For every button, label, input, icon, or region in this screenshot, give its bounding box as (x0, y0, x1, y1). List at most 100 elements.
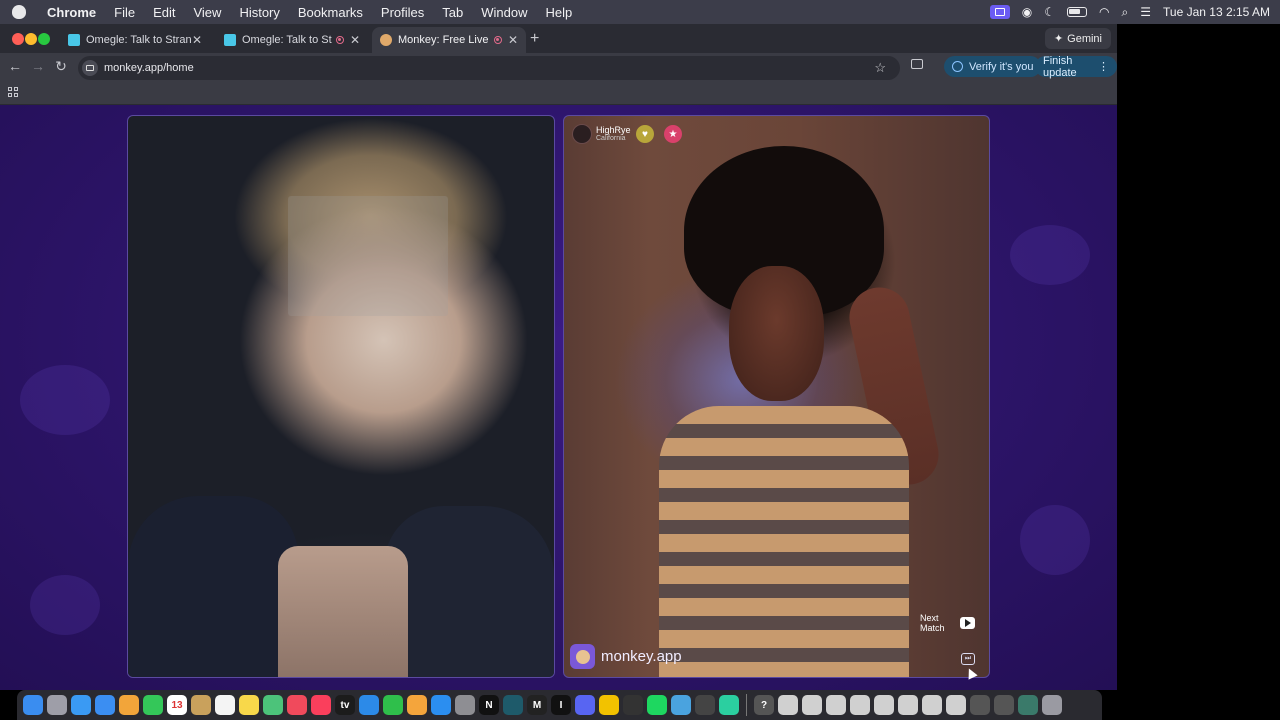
music-icon[interactable] (311, 695, 331, 715)
bookmark-star-icon[interactable]: ☆ (874, 60, 886, 76)
reminders-icon[interactable] (215, 695, 235, 715)
fast-forward-icon[interactable]: ⏭ (961, 653, 975, 665)
url-text[interactable]: monkey.app/home (104, 62, 194, 74)
notes-icon[interactable] (239, 695, 259, 715)
netflix-icon[interactable]: N (479, 695, 499, 715)
tab-omegle-2[interactable]: Omegle: Talk to Strangers ✕ (216, 27, 368, 53)
spotify-icon[interactable] (647, 695, 667, 715)
app4-icon[interactable] (719, 695, 739, 715)
next-match-play-icon[interactable] (960, 617, 975, 629)
menu-bar: Chrome File Edit View History Bookmarks … (0, 0, 1280, 24)
monkey-page: HighRye California ♥ ★ monkey.app Next M… (0, 105, 1117, 690)
omegle-favicon-icon (224, 34, 236, 46)
app-i-icon[interactable]: I (551, 695, 571, 715)
close-tab-icon[interactable]: ✕ (350, 33, 360, 47)
menu-view[interactable]: View (184, 5, 230, 20)
gift-icon[interactable]: ★ (664, 125, 682, 143)
window-thumb-icon[interactable] (922, 695, 942, 715)
window-thumb-icon[interactable] (826, 695, 846, 715)
close-tab-icon[interactable]: ✕ (508, 33, 518, 47)
side-panel-icon[interactable] (911, 59, 923, 69)
remote-user-chip[interactable]: HighRye California (572, 124, 631, 144)
reload-icon[interactable]: ↻ (52, 58, 70, 75)
app2-icon[interactable] (671, 695, 691, 715)
menu-file[interactable]: File (105, 5, 144, 20)
tab-monkey[interactable]: Monkey: Free Live Video C ✕ (372, 27, 526, 53)
screen-recording-icon[interactable] (989, 5, 1010, 19)
menu-tab[interactable]: Tab (433, 5, 472, 20)
window-thumb-icon[interactable] (802, 695, 822, 715)
menu-bookmarks[interactable]: Bookmarks (289, 5, 372, 20)
striped-shirt (659, 406, 909, 677)
wifi-icon[interactable]: ◠ (1099, 5, 1109, 19)
system-settings-icon[interactable] (455, 695, 475, 715)
focus-moon-icon[interactable]: ☾ (1044, 5, 1055, 19)
photos-icon[interactable] (119, 695, 139, 715)
back-icon[interactable]: ← (6, 58, 24, 74)
tv-icon[interactable]: tv (335, 695, 355, 715)
pages-icon[interactable] (407, 695, 427, 715)
next-match-control[interactable]: Next Match (920, 613, 975, 633)
finder-icon[interactable] (23, 695, 43, 715)
app3-icon[interactable] (695, 695, 715, 715)
clock[interactable]: Tue Jan 13 2:15 AM (1163, 5, 1270, 19)
minimize-window-icon[interactable] (25, 33, 37, 45)
close-tab-icon[interactable]: ✕ (192, 33, 202, 47)
window-thumb-icon[interactable] (1018, 695, 1038, 715)
messages-icon[interactable] (143, 695, 163, 715)
maps-icon[interactable] (263, 695, 283, 715)
menu-edit[interactable]: Edit (144, 5, 184, 20)
news-icon[interactable] (287, 695, 307, 715)
media-icon[interactable]: ◉ (1022, 5, 1032, 19)
apps-grid-icon[interactable] (8, 87, 18, 97)
notes-bar-icon[interactable] (191, 695, 211, 715)
calendar-icon[interactable]: 13 (167, 695, 187, 715)
jacket (384, 506, 554, 677)
gemini-button[interactable]: ✦ Gemini (1044, 28, 1111, 49)
chrome-icon[interactable] (599, 695, 619, 715)
numbers-icon[interactable] (383, 695, 403, 715)
apple-icon[interactable] (12, 5, 26, 19)
help-icon[interactable]: ? (754, 695, 774, 715)
piano-icon[interactable] (623, 695, 643, 715)
finish-update-button[interactable]: Finish update ⋮ (1035, 55, 1117, 79)
background-shape (1010, 225, 1090, 285)
keynote-icon[interactable] (359, 695, 379, 715)
heart-icon[interactable]: ♥ (636, 125, 654, 143)
trash-icon[interactable] (1042, 695, 1062, 715)
medium-icon[interactable]: M (527, 695, 547, 715)
verify-button[interactable]: Verify it's you (944, 56, 1042, 77)
close-window-icon[interactable] (12, 33, 24, 45)
battery-icon[interactable] (1067, 7, 1088, 17)
forward-icon[interactable]: → (29, 58, 47, 74)
monkey-logo-icon (570, 644, 595, 669)
window-thumb-icon[interactable] (898, 695, 918, 715)
tab-title: Omegle: Talk to Strangers with (86, 34, 192, 46)
window-thumb-icon[interactable] (874, 695, 894, 715)
zoom-window-icon[interactable] (38, 33, 50, 45)
discord-icon[interactable] (575, 695, 595, 715)
address-bar[interactable]: monkey.app/home ☆ (78, 56, 900, 80)
info-icon (952, 61, 963, 72)
tab-omegle-1[interactable]: Omegle: Talk to Strangers with ✕ (60, 27, 212, 53)
site-info-icon[interactable] (82, 60, 98, 76)
more-vert-icon[interactable]: ⋮ (1098, 60, 1109, 73)
launchpad-icon[interactable] (47, 695, 67, 715)
app-store-icon[interactable] (431, 695, 451, 715)
menu-help[interactable]: Help (537, 5, 582, 20)
window-thumb-icon[interactable] (778, 695, 798, 715)
menu-window[interactable]: Window (472, 5, 536, 20)
menu-history[interactable]: History (230, 5, 288, 20)
window-thumb-icon[interactable] (850, 695, 870, 715)
menu-app-name[interactable]: Chrome (38, 5, 105, 20)
mail-icon[interactable] (95, 695, 115, 715)
window-thumb-icon[interactable] (970, 695, 990, 715)
menu-profiles[interactable]: Profiles (372, 5, 433, 20)
search-icon[interactable]: ⌕ (1122, 5, 1129, 20)
new-tab-button[interactable]: + (530, 30, 539, 48)
safari-icon[interactable] (71, 695, 91, 715)
control-center-icon[interactable]: ☰ (1140, 5, 1151, 19)
app-icon[interactable] (503, 695, 523, 715)
window-thumb-icon[interactable] (946, 695, 966, 715)
window-thumb-icon[interactable] (994, 695, 1014, 715)
